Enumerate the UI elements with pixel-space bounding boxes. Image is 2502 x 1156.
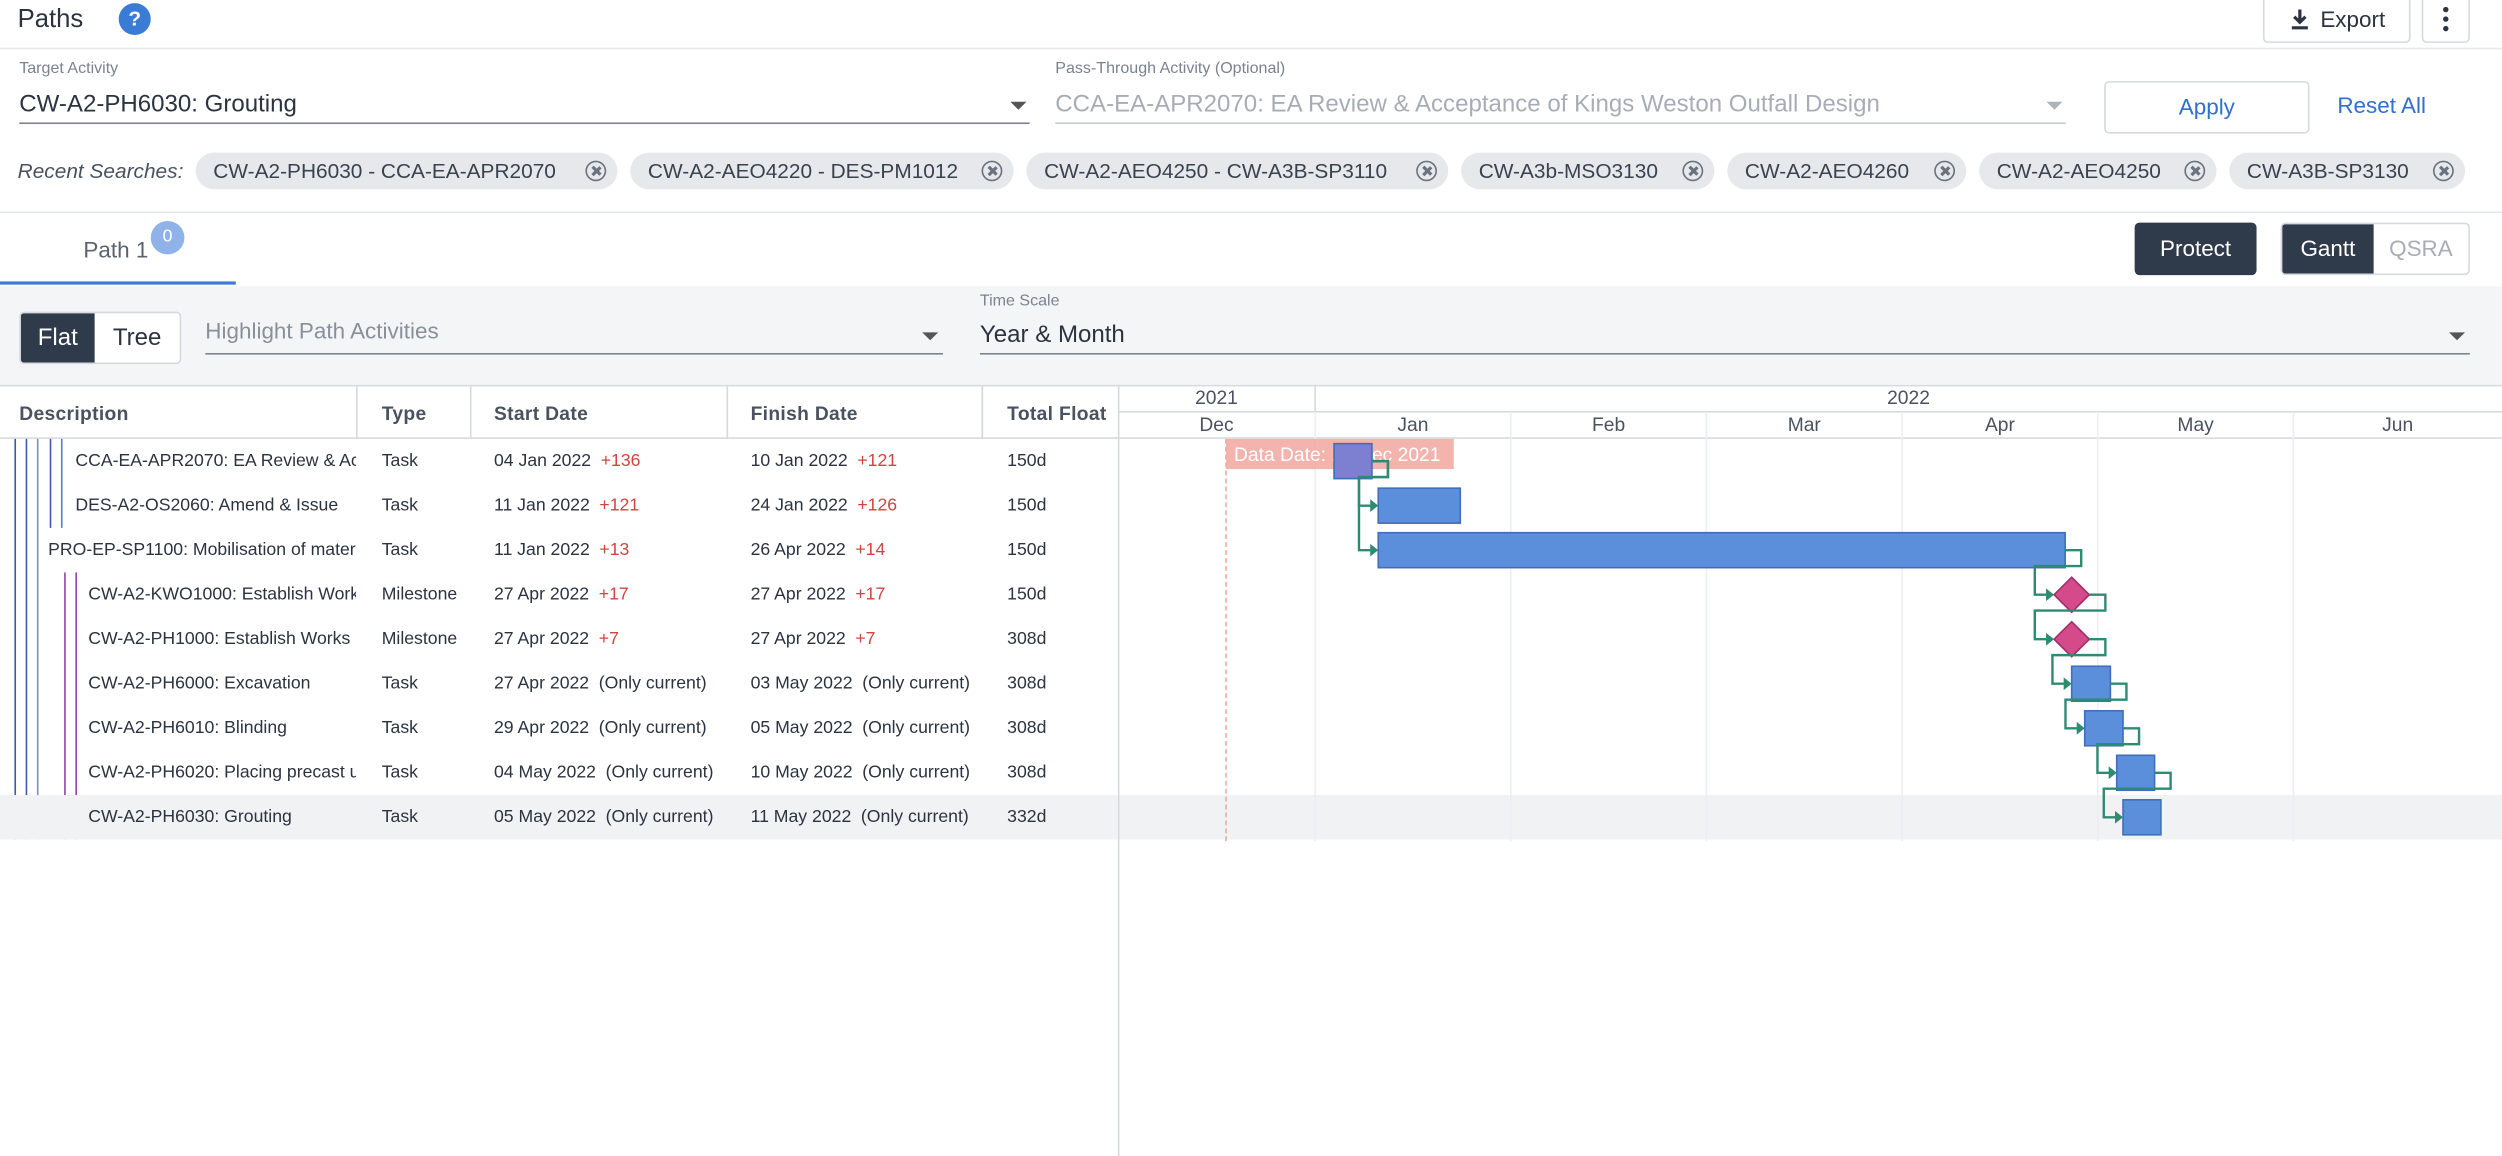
gantt-task-bar[interactable] <box>2083 709 2124 747</box>
gantt-link-arrow <box>2108 766 2117 780</box>
gantt-task-bar[interactable] <box>1377 531 2066 569</box>
gantt-link-arrow <box>2063 677 2072 691</box>
gantt-link-arrow <box>1370 543 1379 557</box>
gantt-task-bar[interactable] <box>2070 665 2112 703</box>
gantt-link-arrow <box>2046 632 2055 646</box>
gantt-task-bar[interactable] <box>1333 442 1373 480</box>
gantt-month-label: Jun <box>2382 415 2413 436</box>
gantt-task-bar[interactable] <box>2115 754 2156 792</box>
gantt-chart: 2021 2022Dec Jan Feb Mar Apr May JunData Date: … <box>1117 386 2502 842</box>
gantt-milestone[interactable] <box>2052 576 2091 614</box>
gantt-month-label: Jan <box>1397 415 1428 436</box>
gantt-link-arrow <box>1370 499 1379 513</box>
gantt-month-label: Mar <box>1788 415 1822 436</box>
gantt-month-label: Apr <box>1985 415 2016 436</box>
gantt-milestone[interactable] <box>2052 620 2091 658</box>
gantt-year-label: 2022 <box>1887 388 1930 409</box>
gantt-task-bar[interactable] <box>1377 487 1462 524</box>
gantt-link-arrow <box>2114 810 2124 824</box>
gantt-month-label: Feb <box>1592 415 1625 436</box>
gantt-task-bar[interactable] <box>2122 799 2162 836</box>
gantt-link-arrow <box>2046 588 2055 602</box>
gantt-link-arrow <box>2076 721 2085 735</box>
gantt-month-label: Dec <box>1199 415 1234 436</box>
gantt-month-label: May <box>2177 415 2214 436</box>
gantt-year-label: 2021 <box>1195 388 1238 409</box>
